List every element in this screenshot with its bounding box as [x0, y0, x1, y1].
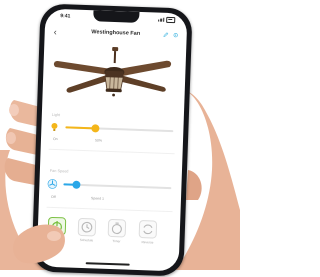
home-indicator[interactable] [86, 262, 130, 266]
status-time: 9:41 [60, 13, 70, 19]
signal-icon [158, 17, 164, 21]
status-icons [158, 17, 175, 23]
control-button-label: Schedule [75, 238, 97, 243]
app-header: ‹ Westinghouse Fan [44, 25, 186, 44]
light-min-label: On [53, 137, 58, 141]
divider [47, 207, 173, 212]
light-slider[interactable] [65, 126, 173, 132]
light-section-label: Light [52, 113, 60, 117]
fan-speed-slider[interactable] [63, 183, 171, 189]
light-slider-row [49, 120, 175, 140]
fan-icon[interactable] [47, 179, 57, 189]
light-slider-thumb[interactable] [91, 124, 99, 132]
control-button-label: Reverse [136, 240, 158, 245]
reverse-icon [139, 220, 158, 239]
phone-screen: 9:41 ‹ Westinghouse Fan [37, 9, 188, 272]
bottom-controls: Power Schedule Timer Reverse [45, 217, 172, 261]
control-button-schedule[interactable]: Schedule [75, 218, 98, 243]
light-bulb-icon[interactable] [49, 122, 59, 132]
page-title: Westinghouse Fan [73, 29, 159, 38]
fan-speed-slider-thumb[interactable] [72, 181, 80, 189]
control-button-power[interactable]: Power [45, 217, 68, 242]
fan-speed-slider-row [47, 177, 173, 197]
timer-icon [108, 219, 127, 238]
divider [49, 149, 175, 154]
phone-notch [93, 10, 139, 23]
smartphone: 9:41 ‹ Westinghouse Fan [31, 3, 192, 276]
control-button-label: Timer [105, 239, 127, 244]
battery-icon [166, 17, 175, 23]
control-button-timer[interactable]: Timer [105, 219, 128, 244]
control-button-reverse[interactable]: Reverse [136, 220, 159, 245]
product-scene: 9:41 ‹ Westinghouse Fan [0, 0, 240, 270]
back-arrow-icon[interactable]: ‹ [54, 26, 57, 38]
edit-icon[interactable] [163, 32, 169, 38]
ceiling-fan-image [48, 43, 180, 113]
light-level-label: 50% [95, 138, 102, 142]
fan-speed-section-label: Fan Speed [50, 169, 69, 174]
clock-icon [78, 218, 97, 237]
power-icon [48, 217, 67, 236]
fan-speed-min-label: Off [51, 195, 56, 199]
settings-icon[interactable] [173, 32, 179, 38]
fan-speed-level-label: Speed 1 [91, 196, 104, 200]
control-button-label: Power [45, 237, 67, 242]
